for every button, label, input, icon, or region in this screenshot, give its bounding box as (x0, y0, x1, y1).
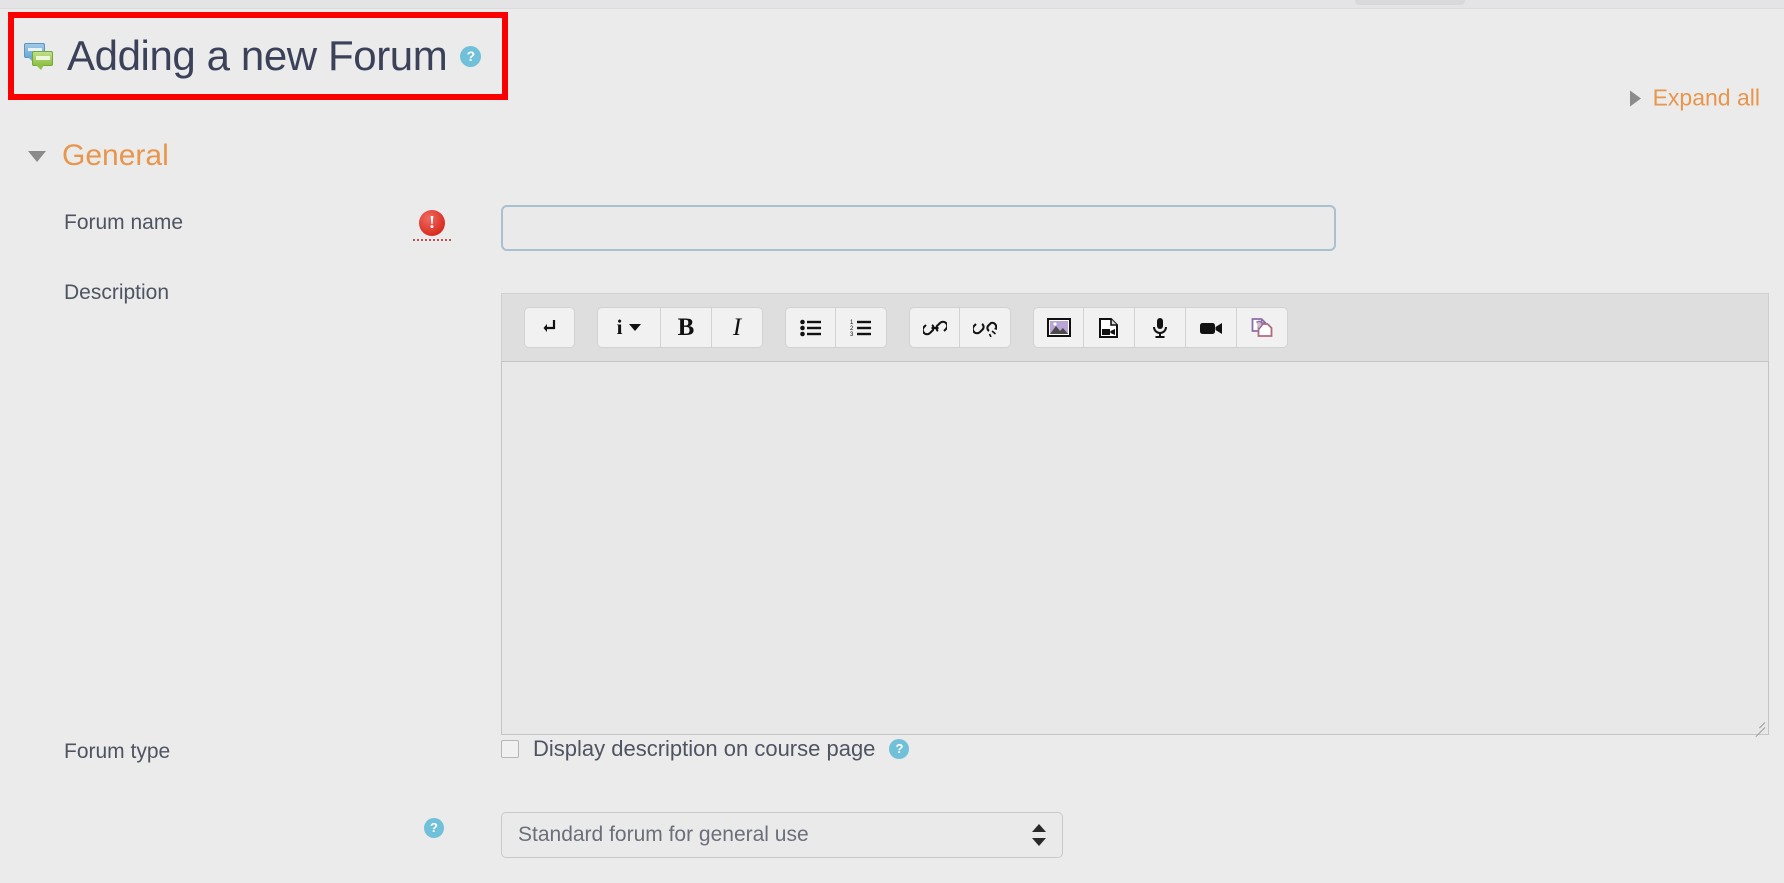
description-textarea[interactable] (501, 361, 1769, 738)
paragraph-style-icon[interactable]: i (597, 307, 661, 348)
select-stepper-icon (1032, 822, 1046, 848)
section-header-general[interactable]: General (28, 139, 169, 173)
manage-files-icon[interactable] (1237, 307, 1288, 348)
page-title-help-icon[interactable]: ? (460, 45, 482, 67)
toolbar-group-format: i B I (597, 307, 763, 348)
forum-name-label: Forum name (64, 211, 184, 234)
bold-icon[interactable]: B (661, 307, 712, 348)
insert-image-icon[interactable] (1033, 307, 1084, 348)
chevron-down-icon (28, 150, 46, 162)
display-description-checkbox[interactable] (501, 740, 519, 758)
numbered-list-icon[interactable]: 1 2 3 (836, 307, 887, 348)
section-title-general: General (62, 139, 169, 172)
description-editor: i B I 1 2 3 (501, 293, 1769, 738)
display-description-help-icon[interactable]: ? (889, 739, 910, 759)
toolbar-group-lists: 1 2 3 (785, 307, 887, 348)
forum-type-help-icon[interactable]: ? (424, 818, 444, 838)
display-description-label: Display description on course page (533, 736, 876, 761)
toolbar-group-linebreak (524, 307, 575, 348)
forum-name-input[interactable] (501, 205, 1336, 251)
bulleted-list-icon[interactable] (785, 307, 836, 348)
editor-toolbar: i B I 1 2 3 (501, 293, 1769, 361)
chevron-right-icon (1629, 90, 1641, 106)
forum-type-select[interactable]: Standard forum for general use (501, 812, 1063, 858)
description-label: Description (64, 281, 170, 304)
expand-all-label: Expand all (1652, 84, 1760, 111)
page-title: Adding a new Forum (67, 32, 448, 79)
display-description-row: Display description on course page ? (501, 736, 910, 762)
record-audio-icon[interactable] (1135, 307, 1186, 348)
link-icon[interactable] (909, 307, 960, 348)
top-strip-ghost-element (1355, 0, 1465, 5)
expand-all-link[interactable]: Expand all (1629, 84, 1760, 112)
page-root: Adding a new Forum ? Expand all General … (0, 0, 1784, 883)
page-header: Adding a new Forum ? (24, 26, 482, 86)
forum-icon (24, 43, 54, 70)
toolbar-group-links (909, 307, 1011, 348)
required-field-underline (413, 239, 451, 241)
resize-handle-icon[interactable] (1751, 717, 1766, 738)
italic-icon[interactable]: I (712, 307, 763, 348)
forum-type-selected-value: Standard forum for general use (518, 823, 809, 846)
toolbar-group-media (1033, 307, 1288, 348)
forum-type-label: Forum type (64, 740, 171, 763)
line-break-icon[interactable] (524, 307, 575, 348)
record-video-icon[interactable] (1186, 307, 1237, 348)
top-strip (0, 0, 1784, 9)
unlink-icon[interactable] (960, 307, 1011, 348)
svg-text:3: 3 (850, 332, 854, 337)
required-field-icon[interactable]: ! (419, 210, 445, 236)
insert-media-icon[interactable] (1084, 307, 1135, 348)
